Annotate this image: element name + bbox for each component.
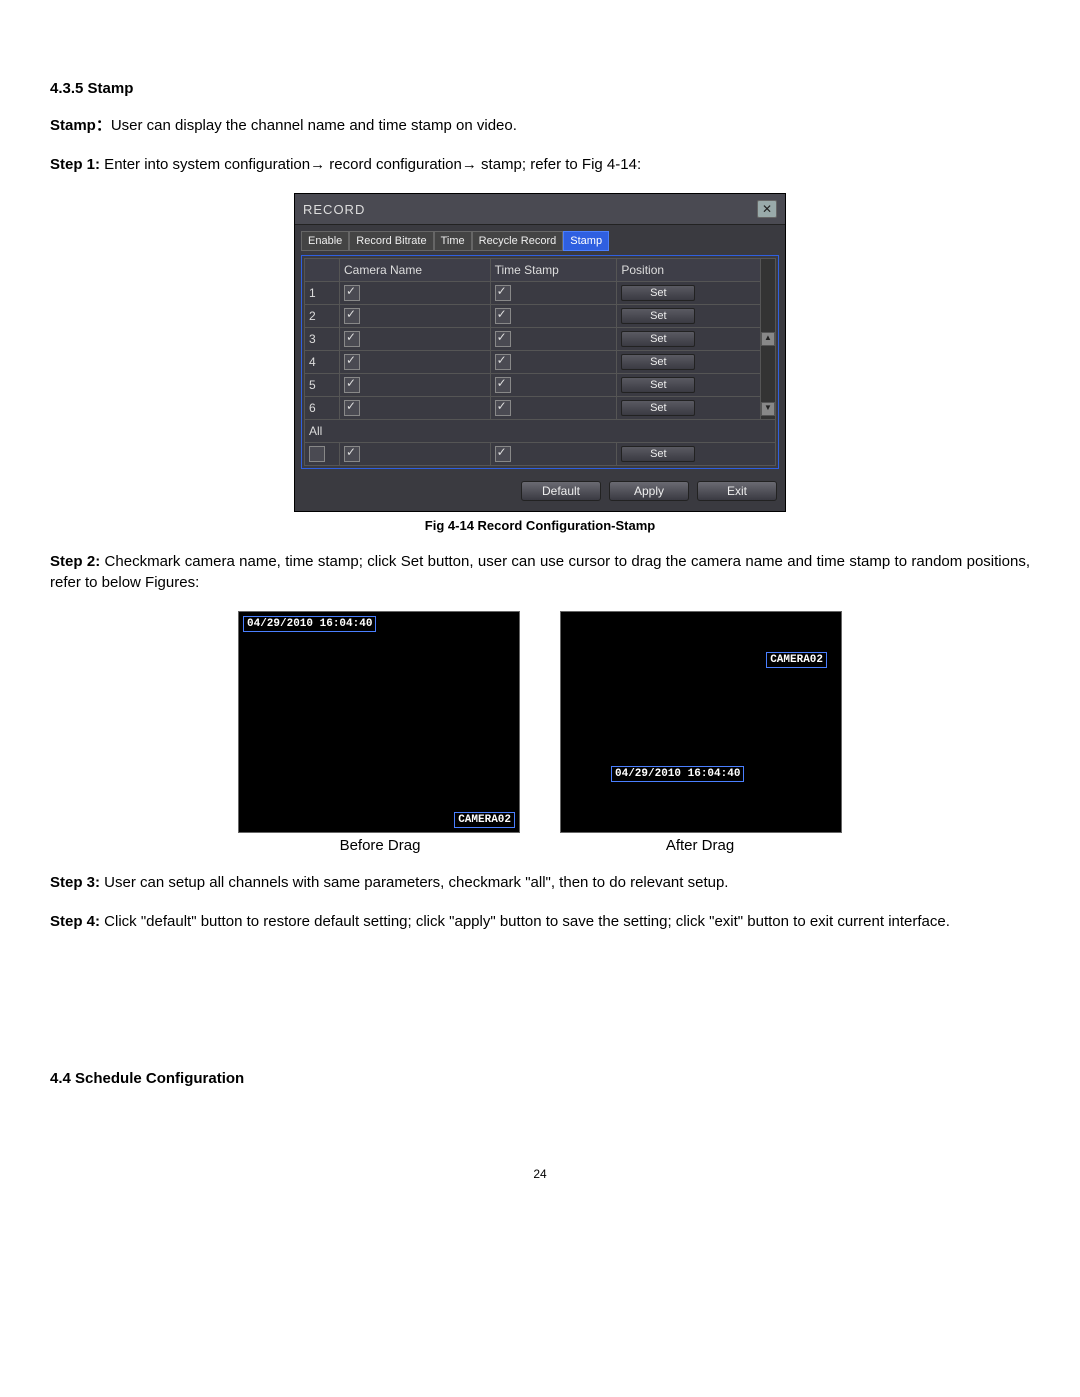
step4-text: Click "default" button to restore defaul…: [100, 913, 950, 930]
checkbox-time-stamp[interactable]: [495, 377, 511, 393]
col-camera-name: Camera Name: [340, 259, 491, 282]
tab-recycle-record[interactable]: Recycle Record: [472, 231, 564, 251]
heading-4-3-5: 4.3.5 Stamp: [50, 80, 1030, 97]
tab-record-bitrate[interactable]: Record Bitrate: [349, 231, 433, 251]
col-index: [305, 259, 340, 282]
tab-stamp[interactable]: Stamp: [563, 231, 609, 251]
checkbox-camera-name[interactable]: [344, 446, 360, 462]
record-dialog: RECORD ✕ Enable Record Bitrate Time Recy…: [294, 193, 786, 512]
preview-after-drag: CAMERA02 04/29/2010 16:04:40: [560, 611, 842, 833]
set-button[interactable]: Set: [621, 308, 695, 324]
dialog-titlebar: RECORD ✕: [295, 194, 785, 225]
table-row: 2 Set: [305, 305, 776, 328]
step4-bold: Step 4:: [50, 913, 100, 930]
checkbox-camera-name[interactable]: [344, 308, 360, 324]
arrow-icon: →: [462, 156, 477, 173]
step2-bold: Step 2:: [50, 553, 100, 570]
set-button[interactable]: Set: [621, 400, 695, 416]
step3-text: User can setup all channels with same pa…: [100, 874, 728, 891]
scroll-up-icon[interactable]: ▲: [761, 332, 775, 346]
checkbox-camera-name[interactable]: [344, 377, 360, 393]
step3-paragraph: Step 3: User can setup all channels with…: [50, 872, 1030, 893]
tab-time[interactable]: Time: [434, 231, 472, 251]
row-index: 4: [305, 351, 340, 374]
timestamp-overlay[interactable]: 04/29/2010 16:04:40: [243, 616, 376, 632]
table-row: 6 Set: [305, 397, 776, 420]
apply-button[interactable]: Apply: [609, 481, 689, 501]
table-row: 4 Set: [305, 351, 776, 374]
row-index: 5: [305, 374, 340, 397]
step1-paragraph: Step 1: Enter into system configuration→…: [50, 154, 1030, 175]
tab-enable[interactable]: Enable: [301, 231, 349, 251]
before-drag-caption: Before Drag: [240, 837, 520, 854]
dialog-title: RECORD: [303, 202, 365, 217]
checkbox-time-stamp[interactable]: [495, 308, 511, 324]
default-button[interactable]: Default: [521, 481, 601, 501]
set-button[interactable]: Set: [621, 446, 695, 462]
step1-b: record configuration: [325, 156, 462, 173]
camera-overlay[interactable]: CAMERA02: [766, 652, 827, 668]
checkbox-time-stamp[interactable]: [495, 354, 511, 370]
arrow-icon: →: [310, 156, 325, 173]
grid-frame: Camera Name Time Stamp Position ▲ ▼ 1 Se…: [301, 255, 779, 469]
checkbox-camera-name[interactable]: [344, 400, 360, 416]
checkbox-time-stamp[interactable]: [495, 446, 511, 462]
checkbox-all[interactable]: [309, 446, 325, 462]
set-button[interactable]: Set: [621, 285, 695, 301]
checkbox-camera-name[interactable]: [344, 331, 360, 347]
checkbox-camera-name[interactable]: [344, 354, 360, 370]
scroll-down-icon[interactable]: ▼: [761, 402, 775, 416]
heading-4-4: 4.4 Schedule Configuration: [50, 1070, 1030, 1087]
step1-bold: Step 1:: [50, 156, 100, 173]
all-label-row: All: [305, 420, 776, 443]
step2-paragraph: Step 2: Checkmark camera name, time stam…: [50, 551, 1030, 593]
step1-a: Enter into system configuration: [100, 156, 310, 173]
set-button[interactable]: Set: [621, 354, 695, 370]
step3-bold: Step 3:: [50, 874, 100, 891]
row-index: 2: [305, 305, 340, 328]
camera-overlay[interactable]: CAMERA02: [454, 812, 515, 828]
table-row: 3 Set: [305, 328, 776, 351]
intro-bold: Stamp：: [50, 117, 111, 134]
step4-paragraph: Step 4: Click "default" button to restor…: [50, 911, 1030, 932]
row-index: 1: [305, 282, 340, 305]
table-row: 1 Set: [305, 282, 776, 305]
set-button[interactable]: Set: [621, 377, 695, 393]
preview-before-drag: 04/29/2010 16:04:40 CAMERA02: [238, 611, 520, 833]
step1-c: stamp; refer to Fig 4-14:: [477, 156, 641, 173]
checkbox-time-stamp[interactable]: [495, 285, 511, 301]
intro-text: User can display the channel name and ti…: [111, 117, 517, 134]
intro-paragraph: Stamp：User can display the channel name …: [50, 115, 1030, 136]
after-drag-caption: After Drag: [560, 837, 840, 854]
row-index: 6: [305, 397, 340, 420]
step2-text: Checkmark camera name, time stamp; click…: [50, 553, 1030, 591]
dialog-buttons: Default Apply Exit: [295, 475, 785, 511]
exit-button[interactable]: Exit: [697, 481, 777, 501]
stamp-table: Camera Name Time Stamp Position ▲ ▼ 1 Se…: [304, 258, 776, 466]
set-button[interactable]: Set: [621, 331, 695, 347]
tab-bar: Enable Record Bitrate Time Recycle Recor…: [295, 225, 785, 251]
table-row: 5 Set: [305, 374, 776, 397]
all-label: All: [305, 420, 776, 443]
checkbox-time-stamp[interactable]: [495, 400, 511, 416]
checkbox-camera-name[interactable]: [344, 285, 360, 301]
figure-caption: Fig 4-14 Record Configuration-Stamp: [50, 518, 1030, 533]
timestamp-overlay[interactable]: 04/29/2010 16:04:40: [611, 766, 744, 782]
close-icon[interactable]: ✕: [757, 200, 777, 218]
all-row: Set: [305, 443, 776, 466]
scrollbar[interactable]: ▲ ▼: [761, 259, 776, 420]
row-index: 3: [305, 328, 340, 351]
col-time-stamp: Time Stamp: [490, 259, 617, 282]
col-position: Position: [617, 259, 761, 282]
checkbox-time-stamp[interactable]: [495, 331, 511, 347]
page-number: 24: [50, 1167, 1030, 1181]
